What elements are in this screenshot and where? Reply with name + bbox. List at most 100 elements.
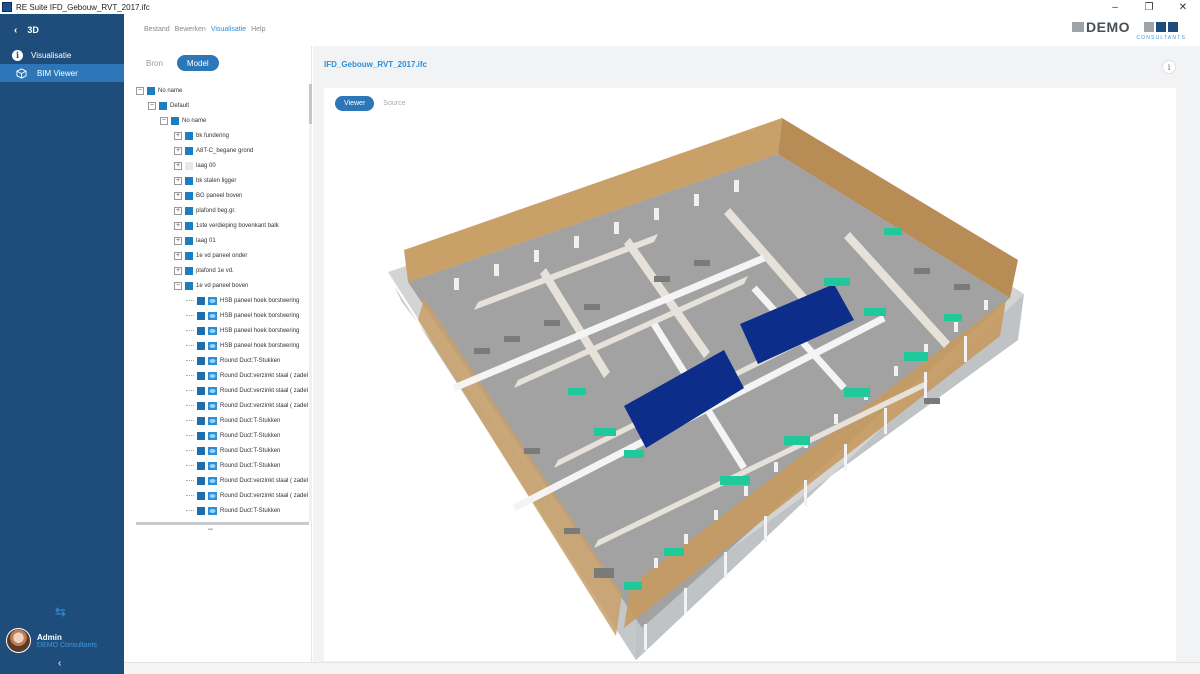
collapse-icon[interactable]: − (136, 86, 144, 95)
element-icon (197, 401, 205, 410)
tree-node-label: bk fundering (196, 132, 230, 139)
nav-section-visualisatie[interactable]: i Visualisatie (0, 46, 124, 64)
expand-icon[interactable]: + (174, 176, 182, 185)
viewer-card: Viewer Source (324, 88, 1176, 661)
element-icon (185, 266, 193, 275)
menu-bewerken[interactable]: Bewerken (175, 26, 206, 33)
window-title: RE Suite IFD_Gebouw_RVT_2017.ifc (16, 2, 150, 12)
duct-icon (208, 461, 217, 470)
duct-icon (208, 296, 217, 305)
minimize-button[interactable]: – (1098, 0, 1132, 14)
expand-icon[interactable]: + (174, 206, 182, 215)
info-button[interactable]: i (1162, 60, 1176, 74)
element-icon (185, 161, 193, 170)
tree-node[interactable]: Round Duct:verzinkt staal ( zadel t (186, 399, 310, 412)
tree-node[interactable]: HSB paneel hoek borstwering (186, 294, 299, 307)
expand-icon[interactable]: + (174, 221, 182, 230)
expand-icon[interactable]: + (174, 131, 182, 140)
tree-connector (186, 390, 194, 391)
tree-node[interactable]: HSB paneel hoek borstwering (186, 309, 299, 322)
tree-node[interactable]: Round Duct:T-Stukken (186, 429, 280, 442)
tree-connector (186, 495, 194, 496)
tree-horizontal-scrollbar[interactable] (136, 522, 309, 525)
duct-icon (208, 311, 217, 320)
tree-node[interactable]: Round Duct:T-Stukken (186, 414, 280, 427)
duct-icon (208, 446, 217, 455)
element-icon (185, 236, 193, 245)
nav-section-label: Visualisatie (31, 50, 72, 60)
swap-icon[interactable]: ⇆ (55, 604, 66, 620)
toggle-model[interactable]: Model (176, 55, 219, 71)
element-icon (197, 296, 205, 305)
tree-node[interactable]: + plafond beg.gr. (174, 204, 236, 217)
tree-node[interactable]: Round Duct:verzinkt staal ( zadel t (186, 489, 310, 502)
element-icon (171, 116, 179, 125)
element-icon (185, 251, 193, 260)
expand-icon[interactable]: + (174, 266, 182, 275)
tree-connector (186, 330, 194, 331)
element-icon (197, 461, 205, 470)
file-title: IFD_Gebouw_RVT_2017.ifc (324, 60, 427, 69)
element-icon (197, 341, 205, 350)
back-button[interactable]: ‹ 3D (0, 14, 124, 46)
tree-node[interactable]: Round Duct:verzinkt staal ( zadel t (186, 369, 310, 382)
expand-icon[interactable]: + (174, 161, 182, 170)
toggle-bron[interactable]: Bron (136, 55, 173, 71)
collapse-icon[interactable]: − (174, 281, 182, 290)
grip-icon[interactable]: ▬ (208, 526, 213, 532)
logo-block (1168, 22, 1178, 32)
tree-node[interactable]: + plafond 1e vd. (174, 264, 234, 277)
tree-node[interactable]: + A8T-C_begane grond (174, 144, 253, 157)
tree-connector (186, 300, 194, 301)
collapse-icon[interactable]: − (160, 116, 168, 125)
tree-node-label: plafond 1e vd. (196, 267, 234, 274)
tree-node[interactable]: Round Duct:verzinkt staal ( zadel t (186, 384, 310, 397)
tree-node[interactable]: + BG paneel boven (174, 189, 242, 202)
close-button[interactable]: ✕ (1166, 0, 1200, 14)
expand-icon[interactable]: + (174, 236, 182, 245)
tree-node[interactable]: − No name (136, 84, 182, 97)
menu-visualisatie[interactable]: Visualisatie (211, 26, 246, 33)
menu-help[interactable]: Help (251, 26, 265, 33)
tree-node-label: BG paneel boven (196, 192, 243, 199)
tree-node[interactable]: + laag 00 (174, 159, 216, 172)
tree-node[interactable]: + bk fundering (174, 129, 229, 142)
tree-node[interactable]: HSB paneel hoek borstwering (186, 324, 299, 337)
user-profile[interactable]: Admin DEMO Consultants (6, 628, 97, 653)
expand-icon[interactable]: + (174, 146, 182, 155)
tree-node[interactable]: − No name (160, 114, 206, 127)
tree-node[interactable]: Round Duct:T-Stukken (186, 459, 280, 472)
sidebar-item-bim-viewer[interactable]: BIM Viewer (0, 64, 124, 82)
tree-node[interactable]: Round Duct:T-Stukken (186, 444, 280, 457)
tree-node-label: Default (170, 102, 190, 109)
menu-bestand[interactable]: Bestand (144, 26, 170, 33)
element-icon (185, 221, 193, 230)
sidebar-item-label: BIM Viewer (37, 68, 78, 78)
tree-connector (186, 315, 194, 316)
tree-vertical-scrollbar[interactable] (309, 84, 312, 522)
tree-node[interactable]: HSB paneel hoek borstwering (186, 339, 299, 352)
logo-block (1156, 22, 1166, 32)
tree-node[interactable]: + laag 01 (174, 234, 216, 247)
tree-node[interactable]: − 1e vd paneel boven (174, 279, 248, 292)
collapse-sidebar-icon[interactable]: ‹ (58, 658, 61, 669)
tree-node-label: Round Duct:T-Stukken (220, 417, 281, 424)
tree-node[interactable]: Round Duct:T-Stukken (186, 354, 280, 367)
expand-icon[interactable]: + (174, 191, 182, 200)
tree-node-label: A8T-C_begane grond (196, 147, 254, 154)
element-icon (147, 86, 155, 95)
expand-icon[interactable]: + (174, 251, 182, 260)
restore-button[interactable]: ❐ (1132, 0, 1166, 14)
tree-node[interactable]: Round Duct:verzinkt staal ( zadel t (186, 474, 310, 487)
model-tree: − No name − Default − No name + bk fundering + A8… (124, 84, 310, 522)
tree-node[interactable]: +1ste verdieping bovenkant balk (174, 219, 279, 232)
model-tree-panel: Bron Model − No name − Default − No name + bk f… (124, 46, 312, 662)
tree-node[interactable]: − Default (148, 99, 189, 112)
tree-node[interactable]: Round Duct:T-Stukken (186, 504, 280, 517)
bim-3d-model-view[interactable] (324, 88, 1176, 661)
tree-node[interactable]: +1e vd paneel onder (174, 249, 247, 262)
tree-connector (186, 345, 194, 346)
tree-node[interactable]: + bk stalen ligger (174, 174, 236, 187)
collapse-icon[interactable]: − (148, 101, 156, 110)
scrollbar-thumb[interactable] (309, 84, 312, 124)
